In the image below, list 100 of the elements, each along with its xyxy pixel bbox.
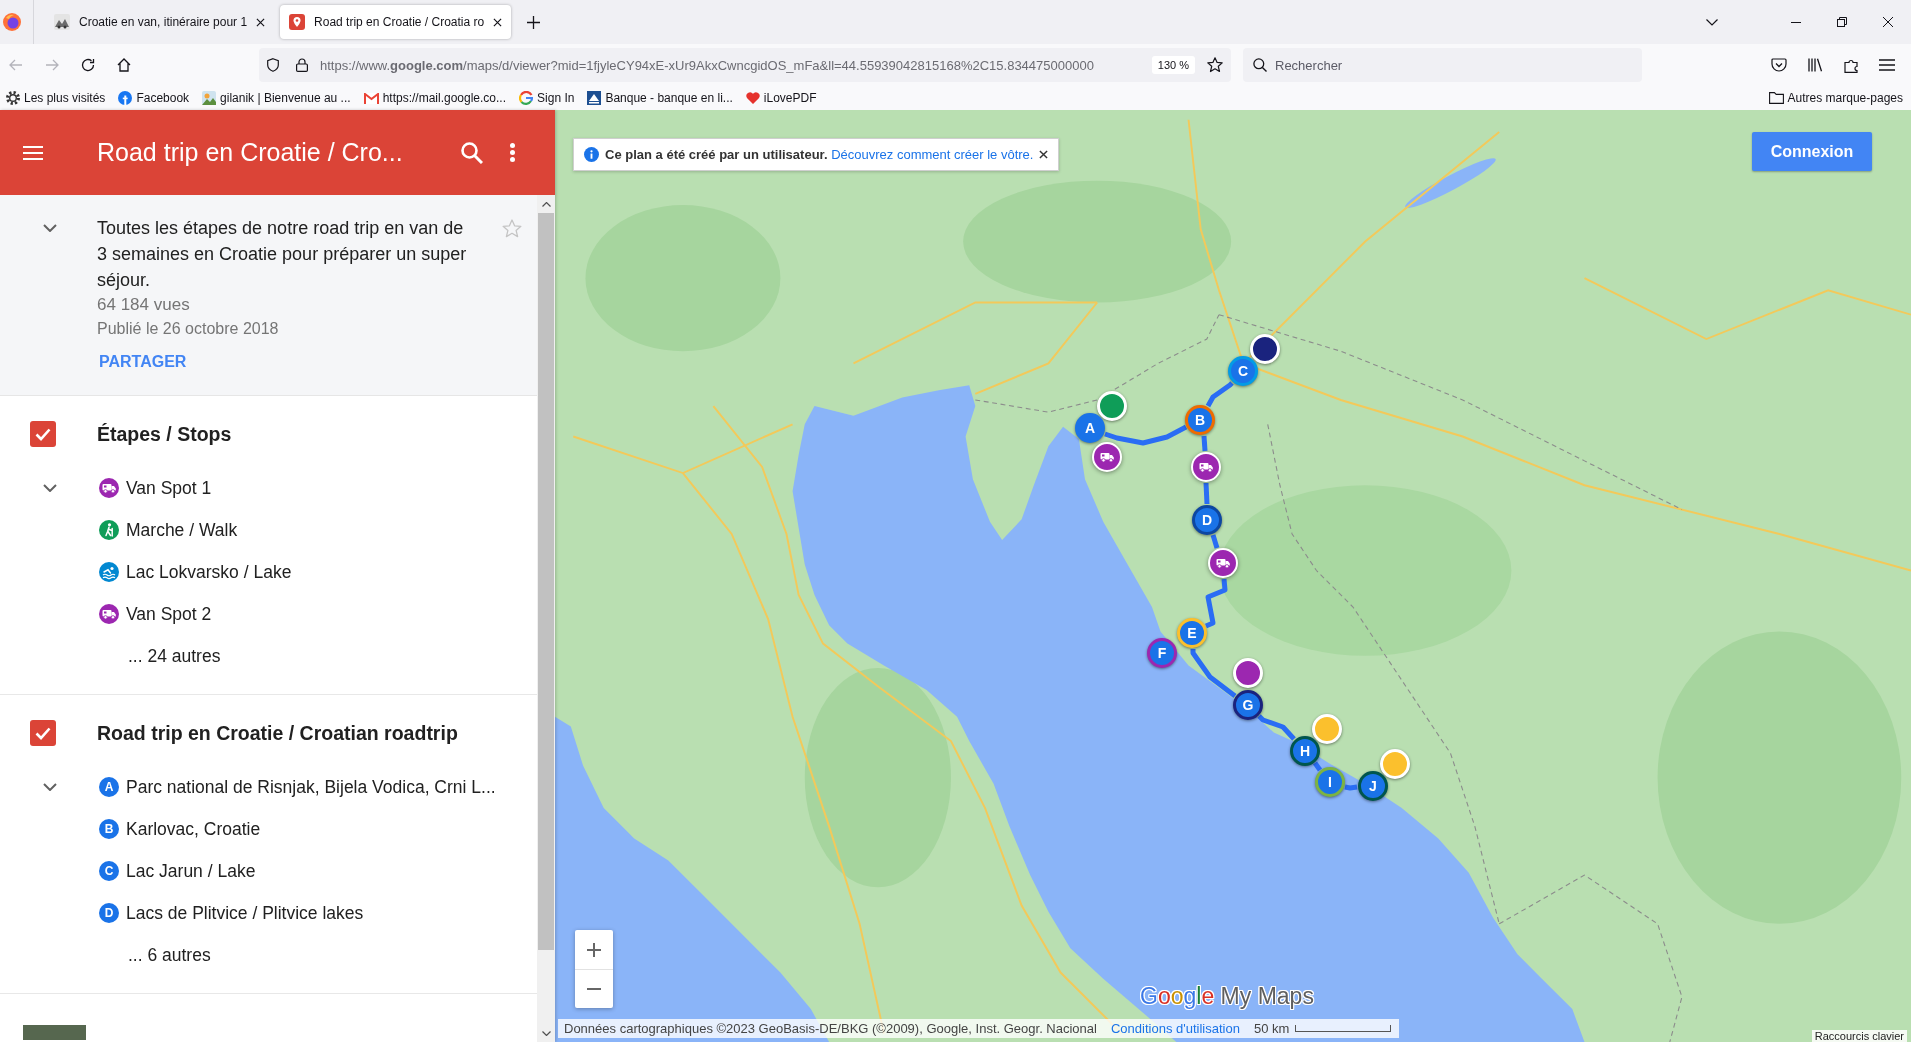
site-logo-icon: [118, 91, 133, 105]
view-count: 64 184 vues: [97, 294, 190, 316]
bookmark-item[interactable]: gilanik | Bienvenue au ...: [202, 91, 351, 105]
layer-item[interactable]: D Lacs de Plitvice / Plitvice lakes: [97, 902, 364, 924]
url-text: https://www.google.com/maps/d/viewer?mid=1fjyleCY94xE-xUr9AkxCwncgidOS_mFa&ll=44.55939042815168%2C15.834475000000: [320, 57, 1095, 73]
letter-marker: D: [99, 903, 119, 923]
map-description: Toutes les étapes de notre road trip en van de 3 semaines en Croatie pour préparer un super séjour.: [97, 217, 468, 292]
bookmark-item[interactable]: Sign In: [519, 91, 575, 105]
layer-item[interactable]: C Lac Jarun / Lake: [97, 860, 256, 882]
terms-link[interactable]: Conditions d'utilisation: [1110, 1021, 1240, 1036]
sign-in-button[interactable]: Connexion: [1752, 132, 1872, 171]
envelope-icon: [363, 92, 379, 104]
learn-more-link[interactable]: Découvrez comment créer le vôtre.: [831, 147, 1034, 162]
app-logo: Google My Maps: [1140, 983, 1314, 1010]
letter-marker: B: [99, 819, 119, 839]
route-line[interactable]: [1104, 424, 1188, 446]
bookmark-item[interactable]: Les plus visités: [6, 91, 106, 105]
star-icon[interactable]: [502, 219, 522, 238]
layer-title: Road trip en Croatie / Croatian roadtrip: [97, 721, 458, 745]
site-logo-icon: [519, 91, 534, 105]
notice-text: Ce plan a été créé par un utilisateur. Découvrez comment créer le vôtre.: [605, 147, 1034, 162]
site-logo-icon: [202, 91, 217, 105]
scroll-down-icon: [541, 1030, 551, 1036]
plus-icon: [587, 942, 601, 957]
menu-icon[interactable]: [1879, 59, 1895, 71]
info-icon: [584, 147, 599, 162]
bookmark-item[interactable]: Facebook: [118, 91, 190, 105]
photo-placeholder: [23, 1025, 86, 1040]
route-line[interactable]: [1205, 578, 1228, 629]
bookmark-item[interactable]: https://mail.google.co...: [363, 91, 507, 105]
letter-marker: C: [99, 861, 119, 881]
library-icon[interactable]: [1807, 58, 1823, 72]
search-icon: [461, 141, 483, 164]
layer-item[interactable]: Van Spot 1: [97, 477, 212, 499]
zoom-level[interactable]: 130 %: [1151, 56, 1195, 74]
close-icon[interactable]: [1039, 150, 1049, 159]
site-logo-icon: [54, 14, 70, 30]
site-logo-icon: [587, 91, 602, 105]
layer-item[interactable]: Van Spot 2: [97, 603, 212, 625]
chevron-down-icon[interactable]: [1706, 18, 1718, 26]
route-line[interactable]: [1312, 761, 1323, 772]
layer-checkbox[interactable]: [30, 421, 56, 447]
layer-item[interactable]: Marche / Walk: [97, 519, 238, 541]
pocket-icon[interactable]: [1771, 58, 1787, 72]
heart-icon: [745, 92, 760, 104]
route-line[interactable]: [1210, 534, 1220, 549]
scrollbar-thumb[interactable]: [538, 213, 554, 950]
route-line[interactable]: [1205, 381, 1234, 408]
close-icon[interactable]: [1883, 17, 1893, 27]
reload-icon[interactable]: [81, 58, 95, 72]
bookmark-item[interactable]: Banque - banque en li...: [587, 91, 733, 105]
more-items-link[interactable]: ... 6 autres: [128, 944, 211, 966]
more-items-link[interactable]: ... 24 autres: [128, 645, 221, 667]
puzzle-icon[interactable]: [1843, 57, 1859, 73]
route-line[interactable]: [1201, 435, 1208, 452]
minimize-icon[interactable]: [1791, 21, 1801, 23]
home-icon[interactable]: [117, 58, 131, 72]
layer-item[interactable]: A Parc national de Risnjak, Bijela Vodica, Crni L...: [97, 776, 496, 798]
route-line[interactable]: [1203, 482, 1210, 505]
forward-arrow-icon: [45, 59, 59, 71]
letter-marker: A: [99, 777, 119, 797]
layer-title: Étapes / Stops: [97, 422, 232, 446]
van-marker-icon[interactable]: [1191, 452, 1221, 482]
search-icon: [1253, 58, 1267, 72]
scrollbar[interactable]: [537, 195, 555, 1042]
browser-logo-icon[interactable]: [3, 13, 21, 31]
bookmark-folder[interactable]: Autres marque-pages: [1768, 91, 1903, 105]
scale-label: 50 km: [1253, 1021, 1290, 1036]
folder-icon: [1768, 92, 1784, 104]
layer-checkbox[interactable]: [30, 720, 56, 746]
bookmark-star-icon[interactable]: [1207, 57, 1223, 73]
plus-icon[interactable]: [526, 15, 540, 29]
bookmark-item[interactable]: iLovePDF: [745, 91, 817, 105]
scroll-up-icon: [541, 201, 551, 207]
chevron-icon[interactable]: [43, 484, 57, 492]
restore-icon[interactable]: [1837, 17, 1847, 27]
menu-icon: [23, 145, 43, 160]
close-icon[interactable]: [493, 17, 503, 27]
map-title: Road trip en Croatie / Cro...: [97, 138, 404, 167]
route-line[interactable]: [1257, 714, 1296, 741]
close-icon[interactable]: [256, 17, 266, 27]
chevron-icon[interactable]: [43, 783, 57, 791]
layer-item[interactable]: Lac Lokvarsko / Lake: [97, 561, 292, 583]
lock-icon: [296, 58, 308, 72]
layer-item[interactable]: B Karlovac, Croatie: [97, 818, 261, 840]
shield-icon: [267, 58, 279, 72]
route-line[interactable]: [1190, 649, 1237, 698]
browser-tab[interactable]: Road trip en Croatie / Croatia ro: [280, 5, 512, 39]
address-bar[interactable]: https://www.google.com/maps/d/viewer?mid=1fjyleCY94xE-xUr9AkxCwncgidOS_mFa&ll=44.55939042815168%2C15.834475000000 130 %: [259, 48, 1231, 82]
van-marker-icon[interactable]: [1208, 548, 1238, 578]
keyboard-shortcuts-link[interactable]: Raccourcis clavier: [1811, 1030, 1907, 1042]
search-field[interactable]: Rechercher: [1243, 48, 1642, 82]
chevron-icon[interactable]: [43, 224, 57, 232]
search-input[interactable]: Rechercher: [1275, 57, 1615, 73]
browser-tab[interactable]: Croatie en van, itinéraire pour 1: [45, 5, 275, 39]
van-marker-icon[interactable]: [1092, 442, 1122, 472]
attribution-text: Données cartographiques ©2023 GeoBasis-DE/BKG (©2009), Google, Inst. Geogr. Nacional: [564, 1021, 1097, 1036]
publish-date: Publié le 26 octobre 2018: [97, 319, 279, 339]
back-arrow-icon: [9, 59, 23, 71]
more-icon: [509, 143, 515, 162]
